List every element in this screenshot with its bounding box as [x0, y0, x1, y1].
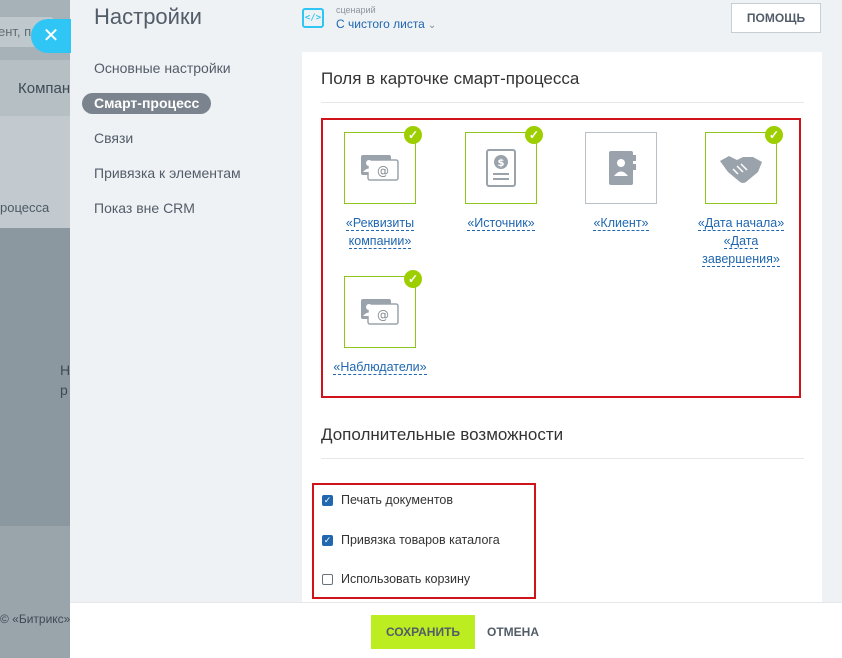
- checked-icon: ✓: [404, 270, 422, 288]
- field-tile: $ ✓: [465, 126, 543, 204]
- menu-item-outside-crm[interactable]: Показ вне CRM: [82, 198, 253, 219]
- scenario-dropdown[interactable]: С чистого листа ⌄: [336, 17, 436, 31]
- background-toolbar-text: Компан: [18, 80, 70, 97]
- slider-footer: СОХРАНИТЬ ОТМЕНА: [70, 602, 842, 658]
- option-print-documents[interactable]: ✓ Печать документов: [322, 491, 453, 509]
- field-label: «Реквизиты компании»: [345, 216, 415, 249]
- menu-item-relations[interactable]: Связи: [82, 128, 253, 149]
- background-copyright: © «Битрикс»: [0, 612, 70, 626]
- page-title: Настройки: [94, 4, 202, 29]
- close-icon: ✕: [42, 25, 60, 47]
- field-dates[interactable]: ✓ «Дата начала» «Дата завершения»: [691, 126, 791, 268]
- checkbox-checked[interactable]: ✓: [322, 494, 333, 506]
- field-requisites[interactable]: @ ✓ «Реквизиты компании»: [330, 126, 430, 250]
- scenario-caption: сценарий: [336, 5, 376, 15]
- divider: [321, 458, 804, 459]
- menu-item-element-binding[interactable]: Привязка к элементам: [82, 163, 253, 184]
- observers-icon: @: [361, 299, 399, 325]
- background-row-text: роцесса: [0, 200, 50, 215]
- background-text-fragment: Н: [60, 362, 70, 378]
- checkbox-checked[interactable]: ✓: [322, 534, 333, 546]
- background-lower-area: [0, 526, 70, 658]
- background-page: ент, п Компан роцесса Н р © «Битрикс»: [0, 0, 70, 658]
- settings-slider: Настройки </> сценарий С чистого листа ⌄ …: [70, 0, 842, 658]
- client-icon: [609, 151, 636, 185]
- checked-icon: ✓: [525, 126, 543, 144]
- field-label: «Наблюдатели»: [333, 360, 427, 375]
- fields-grid: @ ✓ «Реквизиты компании» $ ✓ «Источник» …: [321, 118, 801, 398]
- option-catalog-binding[interactable]: ✓ Привязка товаров каталога: [322, 531, 500, 549]
- svg-text:@: @: [377, 164, 389, 178]
- field-observers[interactable]: @ ✓ «Наблюдатели»: [330, 270, 430, 376]
- fields-section-title: Поля в карточке смарт-процесса: [321, 69, 580, 88]
- settings-card: Поля в карточке смарт-процесса @ ✓ «Рекв…: [302, 52, 822, 612]
- help-button[interactable]: ПОМОЩЬ: [731, 3, 821, 33]
- option-label: Использовать корзину: [341, 572, 471, 586]
- checked-icon: ✓: [765, 126, 783, 144]
- code-icon: </>: [302, 8, 324, 28]
- svg-text:@: @: [377, 308, 389, 322]
- requisites-icon: @: [361, 155, 399, 181]
- settings-menu: Основные настройки Смарт-процесс Связи П…: [82, 58, 253, 233]
- option-use-cart[interactable]: Использовать корзину: [322, 570, 470, 588]
- option-label: Печать документов: [341, 493, 454, 507]
- field-tile: ✓: [705, 126, 783, 204]
- menu-item-main-settings[interactable]: Основные настройки: [82, 58, 253, 79]
- field-label: «Источник»: [467, 216, 535, 231]
- checkbox-unchecked[interactable]: [322, 573, 333, 585]
- handshake-icon: [720, 156, 762, 183]
- field-source[interactable]: $ ✓ «Источник»: [451, 126, 551, 232]
- chevron-down-icon: ⌄: [427, 20, 437, 31]
- checked-icon: ✓: [404, 126, 422, 144]
- scenario-value: С чистого листа: [336, 17, 425, 31]
- field-tile: @ ✓: [344, 126, 422, 204]
- field-label: «Клиент»: [593, 216, 649, 231]
- background-text-fragment: р: [60, 382, 68, 398]
- field-tile: @ ✓: [344, 270, 422, 348]
- field-client[interactable]: «Клиент»: [571, 132, 671, 232]
- menu-item-smart-process[interactable]: Смарт-процесс: [82, 93, 212, 114]
- field-label: «Дата начала» «Дата завершения»: [697, 216, 785, 267]
- cancel-button[interactable]: ОТМЕНА: [482, 615, 544, 649]
- field-tile: [585, 132, 657, 204]
- save-button[interactable]: СОХРАНИТЬ: [371, 615, 475, 649]
- svg-text:$: $: [498, 158, 505, 169]
- close-slider-button[interactable]: ✕: [31, 19, 71, 53]
- extra-section-title: Дополнительные возможности: [321, 425, 564, 444]
- option-label: Привязка товаров каталога: [341, 533, 500, 547]
- source-icon: $: [486, 149, 516, 187]
- extra-options-group: ✓ Печать документов ✓ Привязка товаров к…: [312, 483, 536, 599]
- divider: [321, 102, 804, 103]
